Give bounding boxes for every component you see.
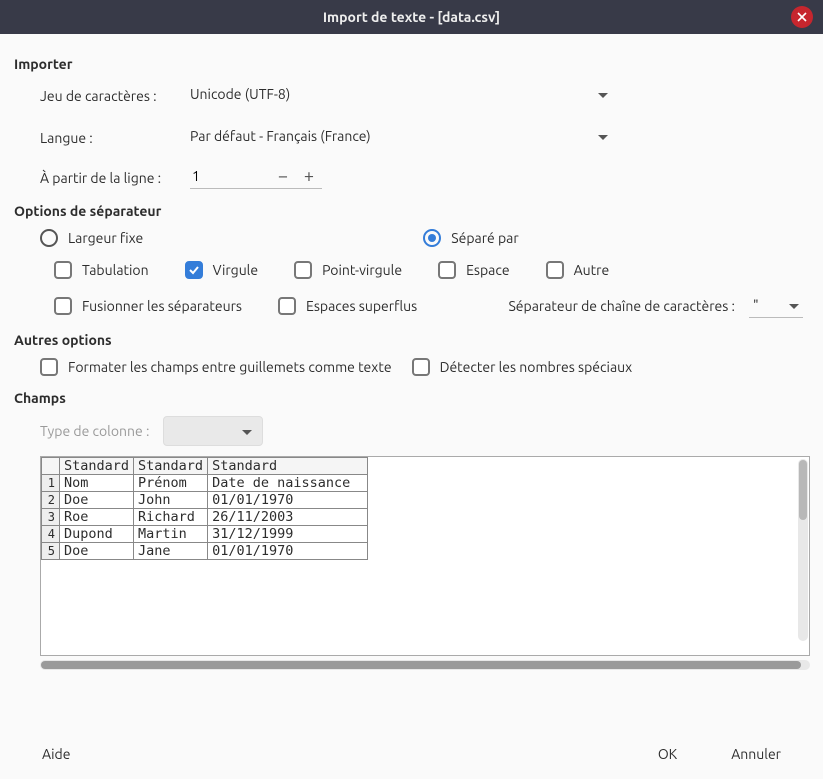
- radio-separated-by-label: Séparé par: [451, 230, 518, 246]
- check-other-label: Autre: [574, 262, 610, 278]
- dialog-footer: Aide OK Annuler: [0, 729, 823, 779]
- check-other[interactable]: Autre: [546, 261, 610, 279]
- check-comma-label: Virgule: [213, 262, 258, 278]
- row-number: 3: [42, 509, 60, 526]
- preview-pane[interactable]: StandardStandardStandard1NomPrénomDate d…: [40, 456, 810, 656]
- row-number: 5: [42, 543, 60, 560]
- checkbox-icon: [546, 261, 564, 279]
- radio-fixed-width-label: Largeur fixe: [68, 230, 143, 246]
- section-separator-title: Options de séparateur: [14, 203, 803, 219]
- chevron-down-icon: [789, 297, 799, 313]
- preview-table: StandardStandardStandard1NomPrénomDate d…: [41, 457, 368, 560]
- scroll-thumb[interactable]: [41, 661, 801, 669]
- check-tab-label: Tabulation: [82, 262, 149, 278]
- check-comma[interactable]: Virgule: [185, 261, 258, 279]
- charset-value: Unicode (UTF-8): [190, 86, 290, 102]
- cell[interactable]: Date de naissance: [208, 475, 368, 492]
- cell[interactable]: Richard: [134, 509, 208, 526]
- row-number: 1: [42, 475, 60, 492]
- vertical-scrollbar[interactable]: [798, 459, 808, 641]
- check-semicolon-label: Point-virgule: [322, 262, 402, 278]
- language-value: Par défaut - Français (France): [190, 128, 371, 144]
- titlebar: Import de texte - [data.csv]: [0, 0, 823, 34]
- column-type-header[interactable]: Standard: [208, 458, 368, 475]
- charset-label: Jeu de caractères :: [40, 88, 190, 104]
- from-row-input[interactable]: [190, 167, 270, 185]
- column-type-header[interactable]: Standard: [134, 458, 208, 475]
- checkbox-icon: [54, 261, 72, 279]
- coltype-select[interactable]: [163, 416, 263, 446]
- from-row-label: À partir de la ligne :: [40, 170, 190, 186]
- coltype-label: Type de colonne :: [40, 423, 149, 439]
- check-trim-label: Espaces superflus: [306, 298, 417, 314]
- check-trim[interactable]: Espaces superflus: [278, 297, 417, 315]
- section-fields-title: Champs: [14, 390, 803, 406]
- checkbox-icon: [294, 261, 312, 279]
- section-import-title: Importer: [14, 56, 803, 72]
- cell[interactable]: Nom: [60, 475, 134, 492]
- cell[interactable]: Dupond: [60, 526, 134, 543]
- cell[interactable]: 31/12/1999: [208, 526, 368, 543]
- cell[interactable]: 01/01/1970: [208, 492, 368, 509]
- checkbox-icon: [40, 358, 58, 376]
- cell[interactable]: 01/01/1970: [208, 543, 368, 560]
- close-icon: [797, 12, 807, 22]
- check-merge-label: Fusionner les séparateurs: [82, 298, 242, 314]
- table-row: 1NomPrénomDate de naissance: [42, 475, 368, 492]
- close-button[interactable]: [791, 6, 813, 28]
- checkbox-icon: [412, 358, 430, 376]
- radio-icon: [423, 229, 441, 247]
- section-other-title: Autres options: [14, 332, 803, 348]
- row-number: 2: [42, 492, 60, 509]
- string-delim-select[interactable]: ": [749, 293, 803, 318]
- table-row: 2DoeJohn01/01/1970: [42, 492, 368, 509]
- from-row-spinner[interactable]: − +: [190, 166, 322, 189]
- window-title: Import de texte - [data.csv]: [323, 9, 500, 25]
- chevron-down-icon: [242, 423, 252, 439]
- cell[interactable]: Roe: [60, 509, 134, 526]
- cell[interactable]: Prénom: [134, 475, 208, 492]
- column-type-header[interactable]: Standard: [60, 458, 134, 475]
- language-label: Langue :: [40, 130, 190, 146]
- cell[interactable]: Jane: [134, 543, 208, 560]
- table-row: 3RoeRichard26/11/2003: [42, 509, 368, 526]
- language-select[interactable]: Par défaut - Français (France): [190, 124, 620, 152]
- spinner-plus[interactable]: +: [296, 166, 322, 186]
- check-space-label: Espace: [466, 262, 510, 278]
- checkbox-icon: [54, 297, 72, 315]
- cell[interactable]: Martin: [134, 526, 208, 543]
- row-number: 4: [42, 526, 60, 543]
- check-space[interactable]: Espace: [438, 261, 510, 279]
- horizontal-scrollbar[interactable]: [40, 660, 810, 670]
- check-semicolon[interactable]: Point-virgule: [294, 261, 402, 279]
- radio-separated-by[interactable]: Séparé par: [423, 229, 518, 247]
- scroll-thumb[interactable]: [799, 460, 807, 520]
- table-row: 4DupondMartin31/12/1999: [42, 526, 368, 543]
- cancel-button[interactable]: Annuler: [719, 740, 793, 768]
- checkbox-icon: [438, 261, 456, 279]
- cell[interactable]: John: [134, 492, 208, 509]
- check-quoted-label: Formater les champs entre guillemets com…: [68, 359, 392, 375]
- checkbox-icon: [185, 261, 203, 279]
- radio-icon: [40, 229, 58, 247]
- cell[interactable]: Doe: [60, 543, 134, 560]
- ok-button[interactable]: OK: [646, 740, 689, 768]
- string-delim-label: Séparateur de chaîne de caractères :: [508, 298, 735, 314]
- spinner-minus[interactable]: −: [270, 166, 296, 186]
- cell[interactable]: 26/11/2003: [208, 509, 368, 526]
- string-delim-value: ": [753, 297, 759, 313]
- radio-fixed-width[interactable]: Largeur fixe: [40, 229, 143, 247]
- check-merge[interactable]: Fusionner les séparateurs: [54, 297, 242, 315]
- check-quoted-as-text[interactable]: Formater les champs entre guillemets com…: [40, 358, 392, 376]
- check-special-numbers[interactable]: Détecter les nombres spéciaux: [412, 358, 633, 376]
- check-tab[interactable]: Tabulation: [54, 261, 149, 279]
- chevron-down-icon: [598, 86, 608, 102]
- table-row: 5DoeJane01/01/1970: [42, 543, 368, 560]
- checkbox-icon: [278, 297, 296, 315]
- help-button[interactable]: Aide: [30, 740, 82, 768]
- charset-select[interactable]: Unicode (UTF-8): [190, 82, 620, 110]
- chevron-down-icon: [598, 128, 608, 144]
- check-special-label: Détecter les nombres spéciaux: [440, 359, 633, 375]
- cell[interactable]: Doe: [60, 492, 134, 509]
